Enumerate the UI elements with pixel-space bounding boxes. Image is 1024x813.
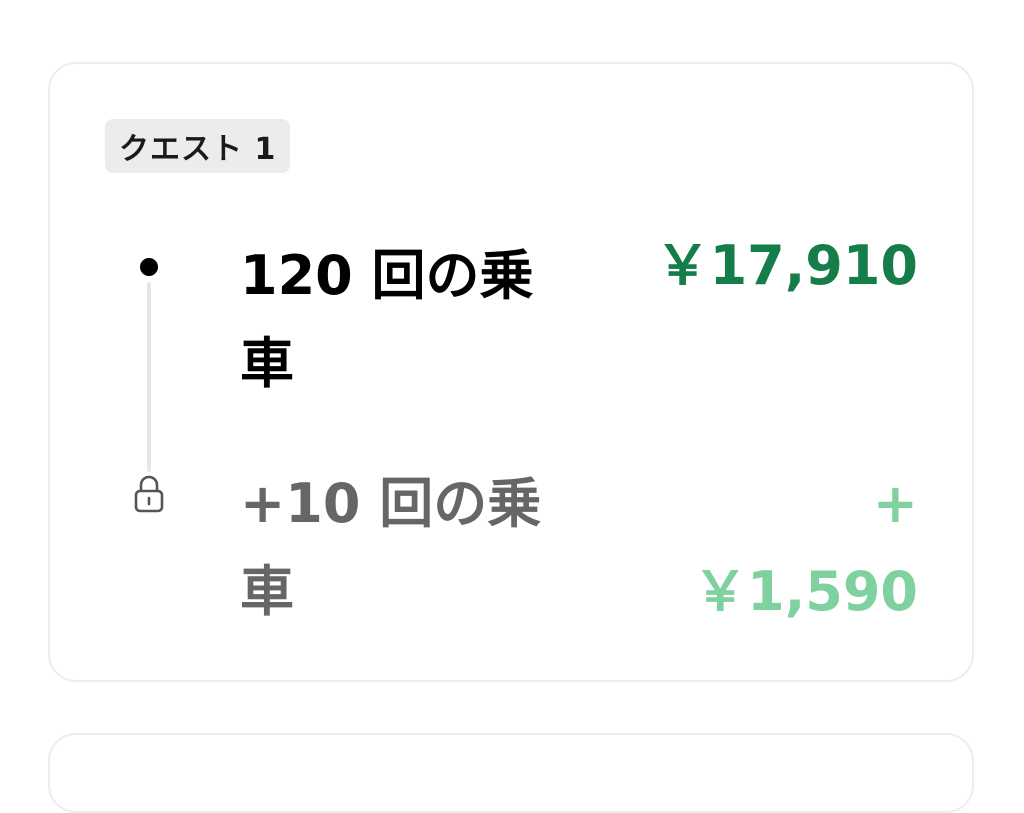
lock-icon [134,475,164,513]
step-amount-active: ￥17,910 [655,234,918,297]
step-amount-locked: + ￥1,590 [693,472,918,623]
step-title-active: 120 回の乗車 [240,244,534,395]
quest-badge: クエスト 1 [105,119,291,173]
next-quest-card [48,733,974,813]
timeline-dot-icon [140,258,158,276]
quest-card: クエスト 1 120 回の乗車 ￥17,910 +10 回の乗車 + ￥1,59… [48,62,974,682]
timeline-connector [147,282,151,472]
step-title-locked: +10 回の乗車 [240,472,542,623]
